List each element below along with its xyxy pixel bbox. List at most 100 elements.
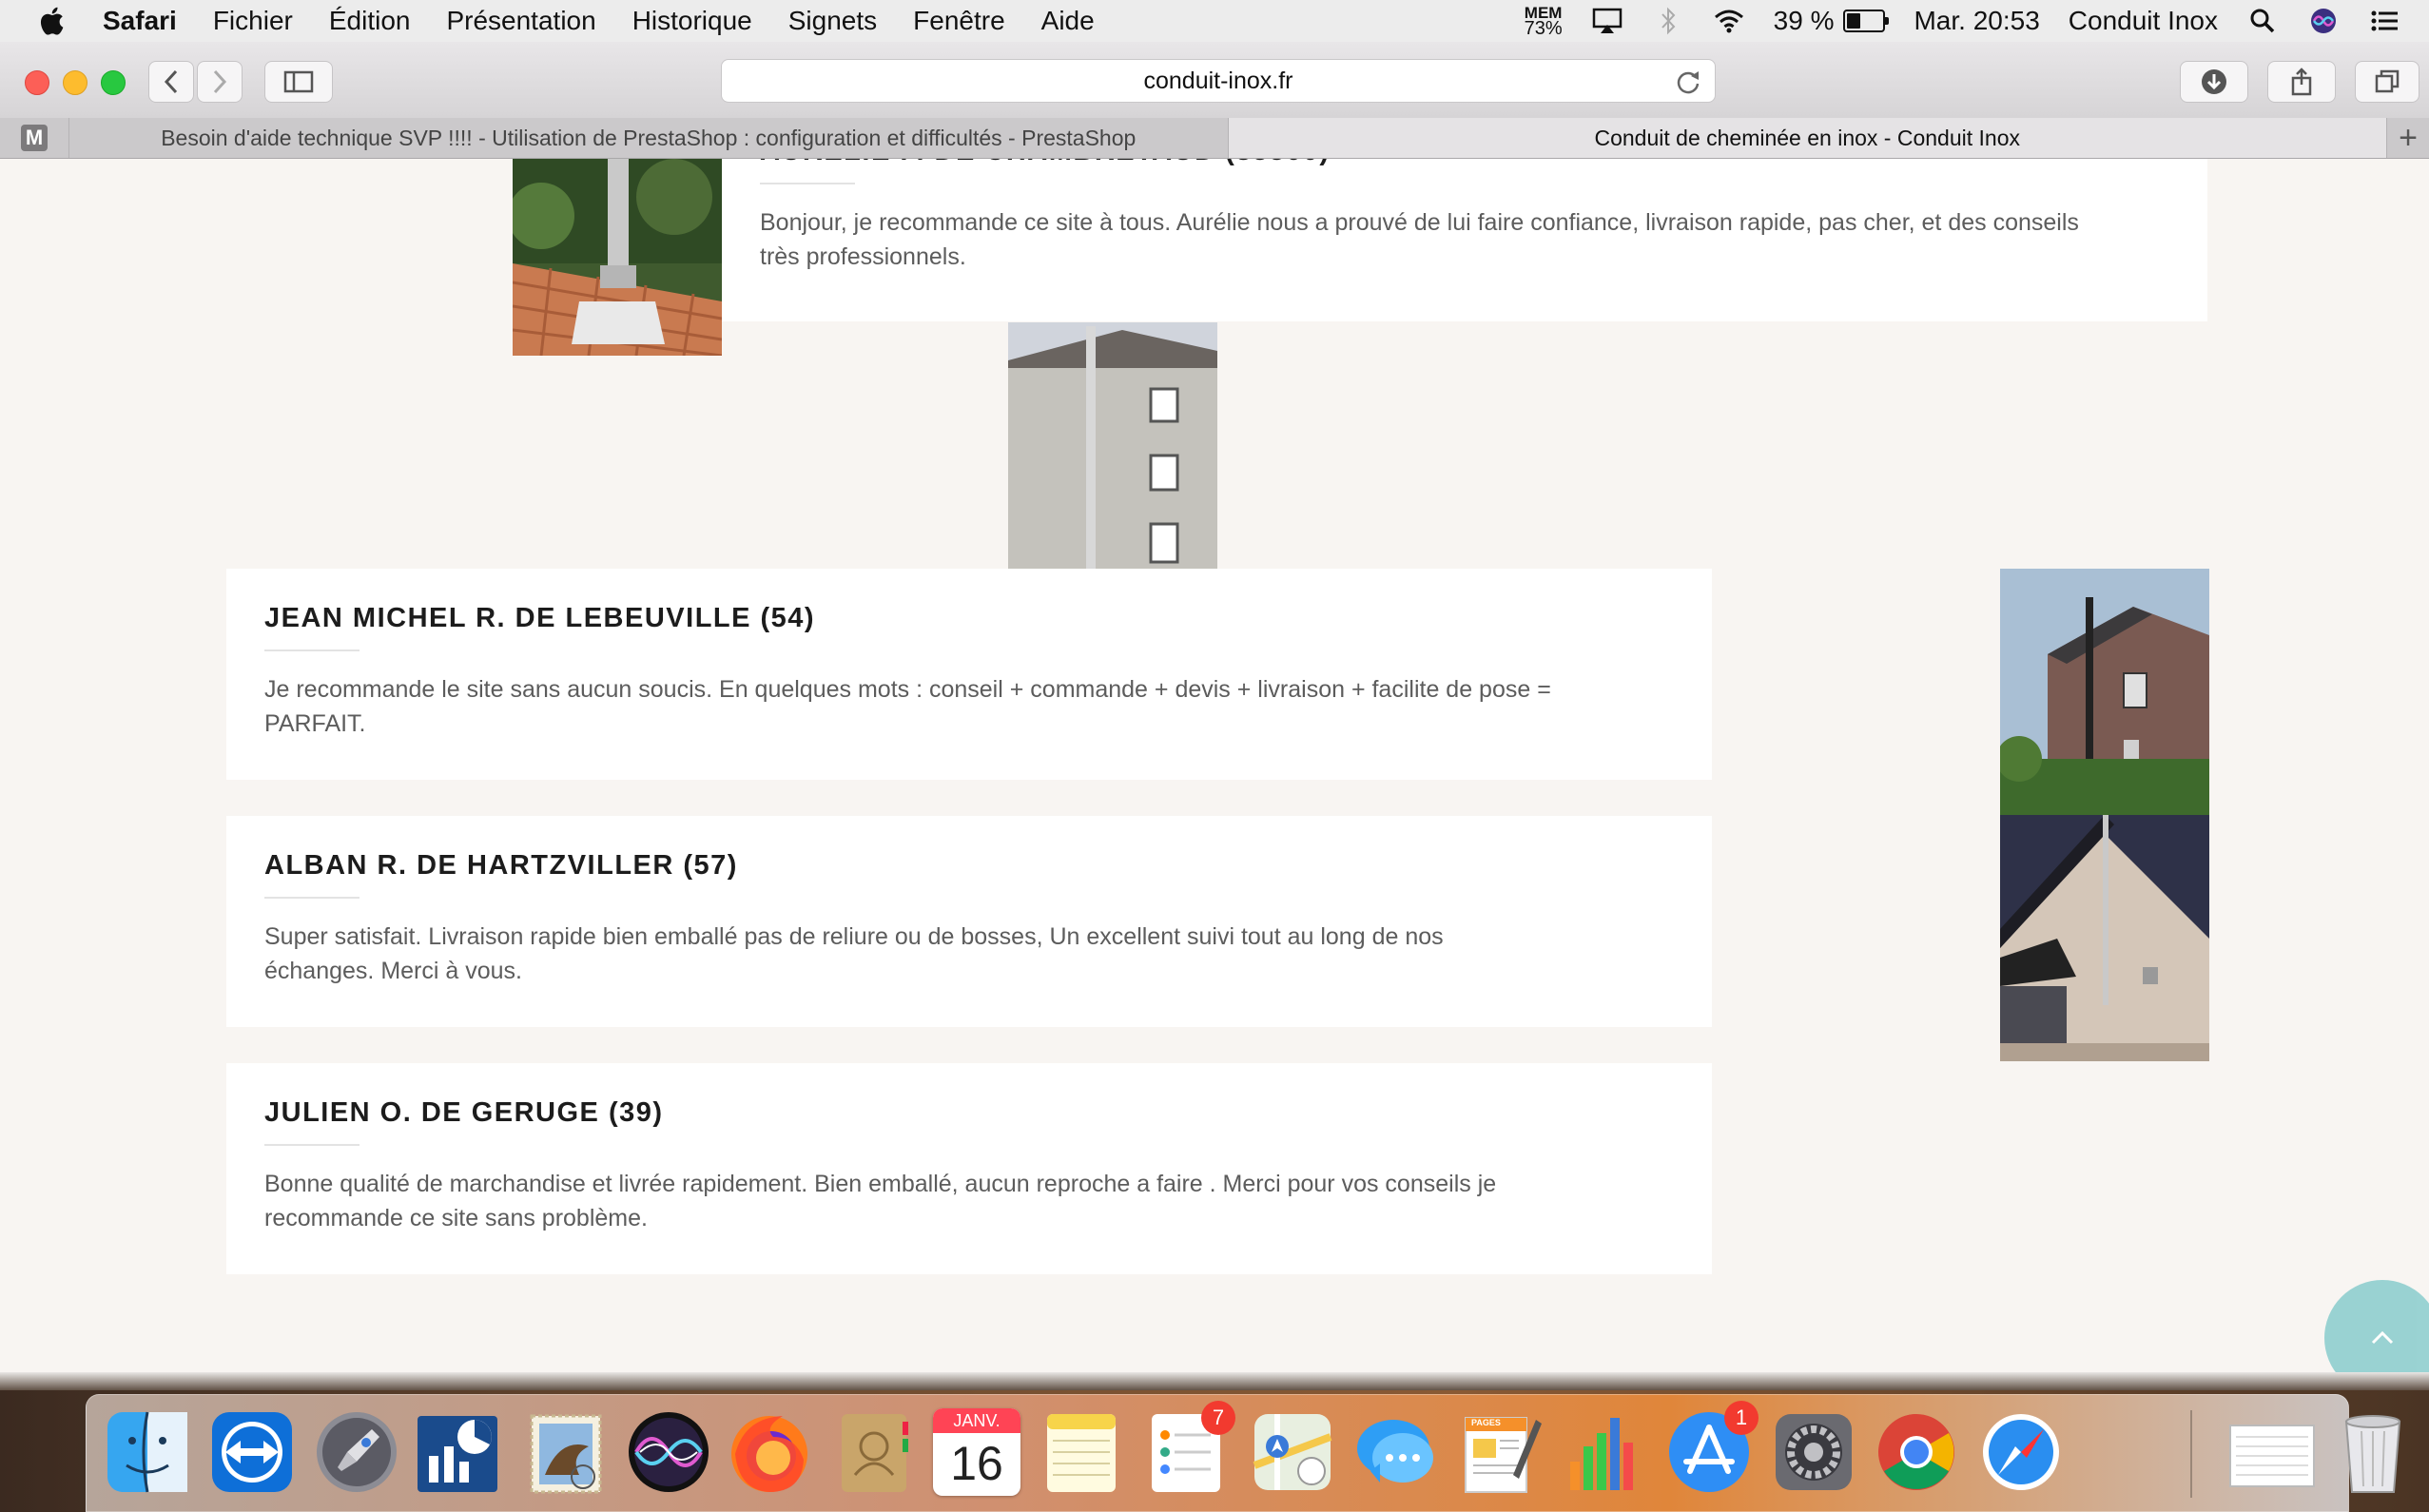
pinned-tab-m-icon: M bbox=[21, 125, 48, 151]
download-icon bbox=[2202, 69, 2226, 94]
mail-icon[interactable] bbox=[522, 1408, 610, 1496]
wifi-icon[interactable] bbox=[1713, 7, 1745, 35]
testimonial-text: Super satisfait. Livraison rapide bien e… bbox=[264, 923, 1444, 984]
launchpad-icon[interactable] bbox=[313, 1408, 400, 1496]
forward-button[interactable] bbox=[197, 61, 243, 103]
apple-icon[interactable] bbox=[36, 4, 70, 38]
back-button[interactable] bbox=[148, 61, 194, 103]
tab-prestashop-title: Besoin d'aide technique SVP !!!! - Utili… bbox=[161, 125, 1137, 150]
menu-fichier[interactable]: Fichier bbox=[213, 6, 293, 36]
chevron-right-icon bbox=[213, 69, 227, 94]
testimonial-photo-house-grey bbox=[1008, 322, 1217, 569]
beige-house-image bbox=[2000, 815, 2209, 1061]
divider bbox=[264, 649, 359, 651]
clock[interactable]: Mar. 20:53 bbox=[1914, 6, 2039, 36]
testimonial-card-3: ALBAN R. DE HARTZVILLER (57) Super satis… bbox=[226, 816, 1712, 1027]
browser-toolbar: conduit-inox.fr bbox=[0, 42, 2429, 119]
pages-app[interactable]: PAGES bbox=[1456, 1408, 1544, 1496]
notification-center-icon[interactable] bbox=[2368, 7, 2400, 35]
reload-icon[interactable] bbox=[1675, 68, 1701, 95]
pinned-tab[interactable]: M bbox=[0, 118, 69, 158]
keynote-icon[interactable] bbox=[414, 1408, 501, 1496]
testimonial-name: JEAN MICHEL R. DE LEBEUVILLE (54) bbox=[264, 603, 816, 633]
testimonial-name: AURÉLIE P. DE CHAMBRETAUD (85500) bbox=[760, 159, 2110, 167]
web-page: AURÉLIE P. DE CHAMBRETAUD (85500) Bonjou… bbox=[0, 159, 2429, 1372]
menubar-status-area: MEM 73% 39 % Mar. 20:53 Conduit Inox bbox=[1525, 0, 2429, 42]
messages-icon[interactable] bbox=[1351, 1408, 1439, 1496]
plus-icon: + bbox=[2399, 119, 2418, 156]
testimonial-card-1: AURÉLIE P. DE CHAMBRETAUD (85500) Bonjou… bbox=[722, 159, 2207, 321]
battery-icon[interactable] bbox=[1843, 10, 1890, 32]
memory-indicator[interactable]: MEM 73% bbox=[1524, 5, 1563, 39]
brick-house-image bbox=[2000, 569, 2209, 815]
share-button[interactable] bbox=[2267, 61, 2336, 103]
tab-bar: M Besoin d'aide technique SVP !!!! - Uti… bbox=[0, 118, 2429, 159]
sidebar-toggle-button[interactable] bbox=[264, 61, 333, 103]
menubar: Safari Fichier Édition Présentation Hist… bbox=[0, 0, 2429, 42]
menu-signets[interactable]: Signets bbox=[788, 6, 877, 36]
testimonial-name: JULIEN O. DE GERUGE (39) bbox=[264, 1097, 664, 1128]
reminders-app[interactable]: 7 bbox=[1142, 1401, 1235, 1496]
maps-icon[interactable] bbox=[1249, 1408, 1336, 1496]
trash-icon[interactable] bbox=[2329, 1408, 2417, 1496]
share-icon bbox=[2291, 68, 2312, 96]
tab-conduit-inox[interactable]: Conduit de cheminée en inox - Conduit In… bbox=[1228, 118, 2387, 158]
notes-icon[interactable] bbox=[1038, 1408, 1125, 1496]
reminders-badge: 7 bbox=[1201, 1401, 1235, 1435]
spotlight-search-icon[interactable] bbox=[2246, 7, 2279, 35]
grey-house-image bbox=[1008, 322, 1217, 569]
testimonial-text: Je recommande le site sans aucun soucis.… bbox=[264, 676, 1551, 737]
dock: JANV. 16 7 PAGES 1 bbox=[86, 1394, 2401, 1512]
firefox-icon[interactable] bbox=[726, 1408, 813, 1496]
contacts-icon[interactable] bbox=[830, 1408, 918, 1496]
teamviewer-icon[interactable] bbox=[208, 1408, 296, 1496]
calendar-icon[interactable]: JANV. 16 bbox=[933, 1408, 1020, 1496]
bluetooth-icon[interactable] bbox=[1652, 7, 1684, 35]
testimonial-text: Bonne qualité de marchandise et livrée r… bbox=[264, 1171, 1497, 1231]
testimonial-card-2: JEAN MICHEL R. DE LEBEUVILLE (54) Je rec… bbox=[226, 569, 1712, 780]
menu-historique[interactable]: Historique bbox=[632, 6, 752, 36]
safari-dock-icon[interactable] bbox=[1977, 1408, 2065, 1496]
testimonial-text: Bonjour, je recommande ce site à tous. A… bbox=[760, 209, 2079, 270]
calendar-month: JANV. bbox=[933, 1408, 1020, 1433]
calendar-day: 16 bbox=[950, 1437, 1003, 1490]
app-store-badge: 1 bbox=[1724, 1401, 1759, 1435]
menu-fenetre[interactable]: Fenêtre bbox=[913, 6, 1005, 36]
address-bar[interactable]: conduit-inox.fr bbox=[721, 59, 1716, 103]
new-tab-button[interactable]: + bbox=[2387, 118, 2429, 158]
menu-app-safari[interactable]: Safari bbox=[103, 6, 177, 36]
testimonial-photo-beige-house bbox=[2000, 815, 2209, 1061]
menu-aide[interactable]: Aide bbox=[1041, 6, 1095, 36]
documents-stack-icon[interactable] bbox=[2223, 1408, 2322, 1496]
user-name[interactable]: Conduit Inox bbox=[2069, 6, 2218, 36]
chevron-left-icon bbox=[164, 69, 178, 94]
siri-dock-icon[interactable] bbox=[625, 1408, 712, 1496]
testimonial-card-4: JULIEN O. DE GERUGE (39) Bonne qualité d… bbox=[226, 1063, 1712, 1274]
testimonial-photo-brick-house bbox=[2000, 569, 2209, 815]
system-preferences-icon[interactable] bbox=[1770, 1408, 1857, 1496]
window-minimize-button[interactable] bbox=[63, 70, 87, 95]
dock-separator bbox=[2190, 1410, 2192, 1498]
menu-edition[interactable]: Édition bbox=[329, 6, 411, 36]
numbers-icon[interactable] bbox=[1561, 1408, 1648, 1496]
airplay-icon[interactable] bbox=[1591, 7, 1623, 35]
chrome-icon[interactable] bbox=[1873, 1408, 1960, 1496]
finder-icon[interactable] bbox=[104, 1408, 191, 1496]
divider bbox=[760, 183, 855, 184]
divider bbox=[264, 897, 359, 899]
roof-chimney-image bbox=[513, 159, 722, 356]
window-zoom-button[interactable] bbox=[101, 70, 126, 95]
divider bbox=[264, 1144, 359, 1146]
window-close-button[interactable] bbox=[25, 70, 49, 95]
tab-prestashop[interactable]: Besoin d'aide technique SVP !!!! - Utili… bbox=[69, 118, 1229, 158]
app-store-app[interactable]: 1 bbox=[1665, 1401, 1759, 1496]
downloads-button[interactable] bbox=[2180, 61, 2248, 103]
menu-presentation[interactable]: Présentation bbox=[446, 6, 595, 36]
sidebar-icon bbox=[283, 70, 314, 93]
battery-percent[interactable]: 39 % bbox=[1774, 6, 1835, 36]
tab-conduit-inox-title: Conduit de cheminée en inox - Conduit In… bbox=[1594, 125, 2020, 150]
siri-icon[interactable] bbox=[2307, 7, 2340, 35]
memory-value: 73% bbox=[1524, 18, 1563, 39]
tab-overview-button[interactable] bbox=[2355, 61, 2419, 103]
url-text: conduit-inox.fr bbox=[1143, 67, 1293, 94]
